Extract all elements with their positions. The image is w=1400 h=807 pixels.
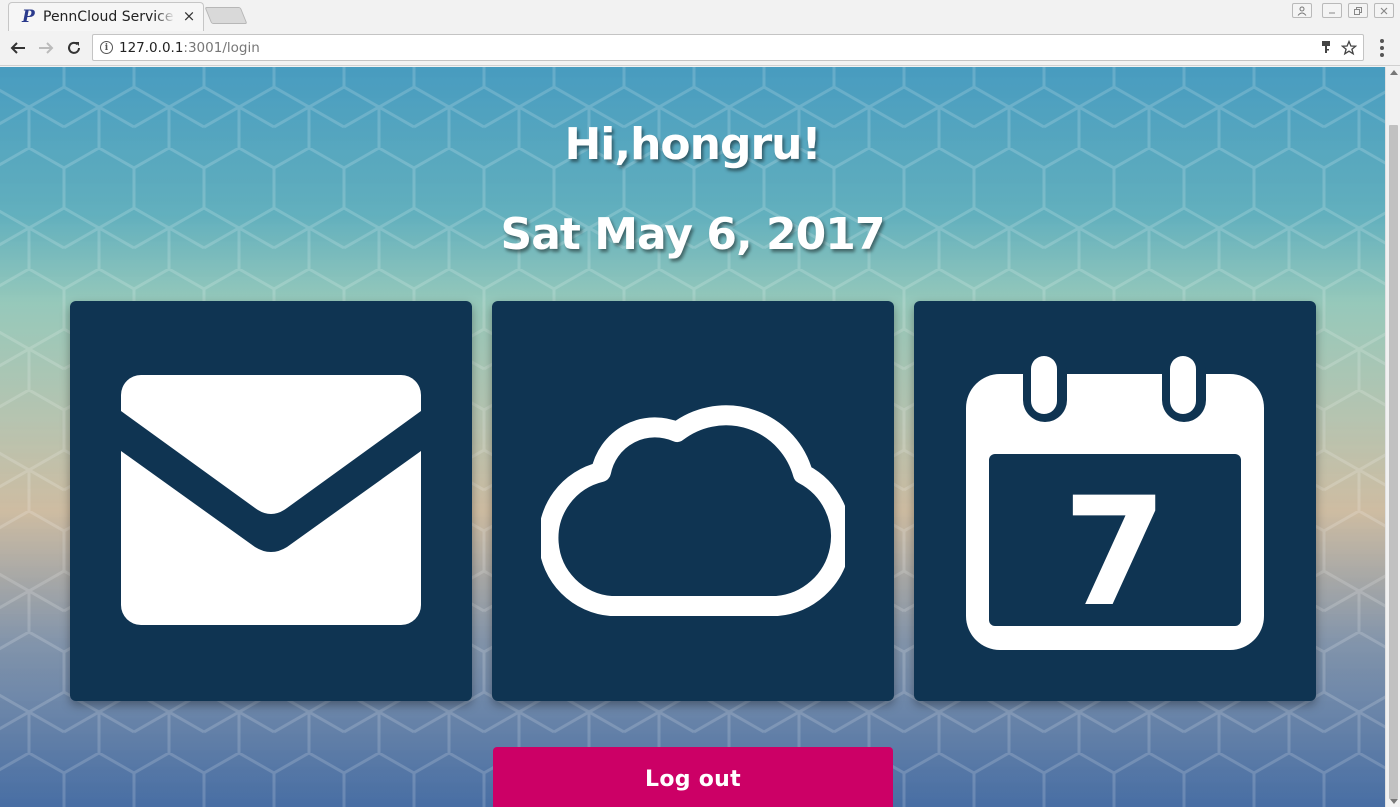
site-info-icon[interactable]: i: [100, 41, 113, 54]
tab-title: PennCloud Service page: [43, 8, 175, 25]
browser-toolbar: i 127.0.0.1:3001/login: [0, 31, 1400, 66]
page-viewport: Hi,hongru! Sat May 6, 2017 7 Log out: [0, 67, 1385, 807]
new-tab-button[interactable]: [204, 7, 248, 24]
bookmark-star-icon[interactable]: [1340, 37, 1358, 61]
calendar-icon: 7: [966, 350, 1264, 650]
site-favicon-icon: P: [22, 6, 35, 27]
logout-button[interactable]: Log out: [493, 747, 893, 807]
browser-menu-icon[interactable]: [1374, 37, 1390, 59]
scroll-up-arrow-icon[interactable]: [1390, 70, 1398, 75]
minimize-window-icon[interactable]: [1322, 3, 1342, 18]
profile-icon[interactable]: [1292, 3, 1312, 18]
scrollbar-thumb[interactable]: [1389, 125, 1398, 799]
calendar-day-number: 7: [1063, 466, 1167, 640]
address-bar[interactable]: i 127.0.0.1:3001/login: [92, 34, 1364, 61]
back-arrow-icon[interactable]: [7, 37, 29, 59]
url-path: :3001/login: [183, 40, 260, 56]
envelope-icon: [121, 375, 421, 625]
calendar-tile[interactable]: 7: [914, 301, 1316, 701]
tab-strip: P PennCloud Service page ×: [0, 0, 1400, 31]
scroll-down-arrow-icon[interactable]: [1390, 799, 1398, 804]
vertical-scrollbar[interactable]: [1385, 67, 1400, 807]
cloud-icon: [541, 405, 845, 616]
greeting-heading: Hi,hongru!: [564, 119, 821, 170]
mail-tile[interactable]: [70, 301, 472, 701]
tab-close-icon[interactable]: ×: [182, 8, 196, 24]
url-text[interactable]: 127.0.0.1:3001/login: [119, 40, 260, 56]
forward-arrow-icon[interactable]: [35, 37, 57, 59]
date-heading: Sat May 6, 2017: [500, 209, 886, 260]
close-window-icon[interactable]: [1374, 3, 1394, 18]
cloud-storage-tile[interactable]: [492, 301, 894, 701]
url-host: 127.0.0.1: [119, 40, 184, 56]
reload-icon[interactable]: [63, 37, 85, 59]
password-key-icon[interactable]: [1321, 40, 1331, 58]
restore-window-icon[interactable]: [1348, 3, 1368, 18]
browser-tab-content[interactable]: P PennCloud Service page ×: [8, 2, 204, 31]
